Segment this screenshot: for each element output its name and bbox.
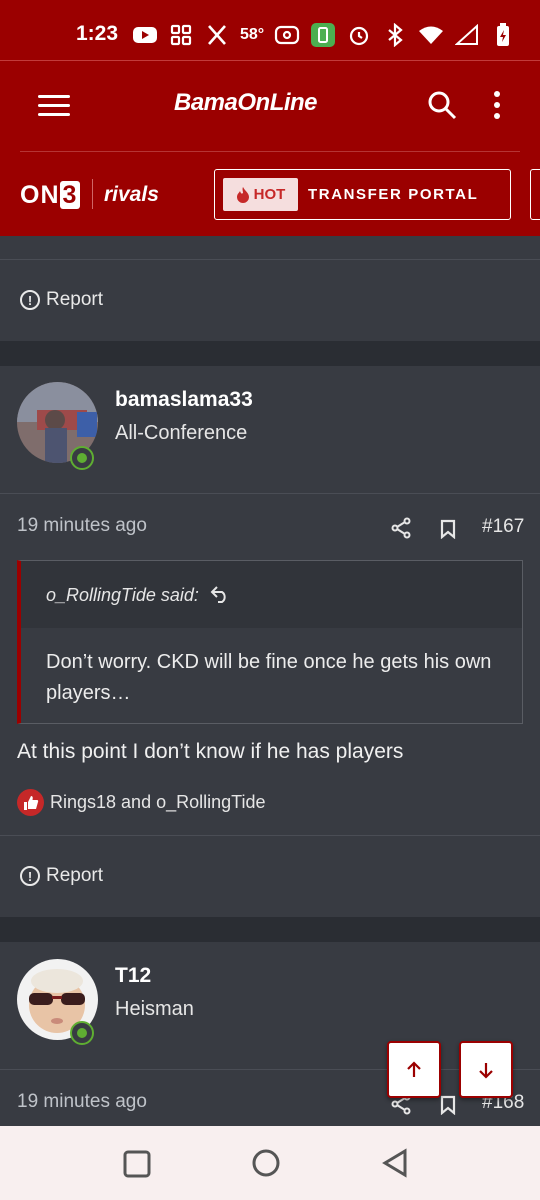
site-logo[interactable]: BamaOnLine	[174, 89, 318, 117]
alert-icon: !	[20, 866, 40, 886]
next-nav-chip[interactable]	[530, 169, 540, 220]
status-time: 1:23	[76, 22, 119, 45]
alert-icon: !	[20, 290, 40, 310]
system-nav-bar	[0, 1126, 540, 1200]
flame-icon	[236, 186, 249, 203]
rivals-logo[interactable]: rivals	[104, 183, 159, 207]
user-title: Heisman	[115, 998, 194, 1020]
report-link[interactable]: ! Report	[20, 289, 103, 311]
apps-grid-icon	[168, 23, 194, 47]
circle-icon	[252, 1149, 280, 1177]
youtube-icon	[132, 23, 158, 47]
post-time[interactable]: 19 minutes ago	[17, 1091, 147, 1113]
report-link[interactable]: ! Report	[20, 865, 103, 887]
battery-saver-icon	[310, 23, 336, 47]
wifi-icon	[418, 23, 444, 47]
online-status-icon	[70, 1021, 94, 1045]
post-body: At this point I don’t know if he has pla…	[17, 740, 404, 763]
bookmark-icon[interactable]	[440, 1095, 456, 1116]
app-header: BamaOnLine ON 3 rivals HOT TRANSFER PORTA…	[0, 60, 540, 236]
on3-logo[interactable]: ON 3	[20, 181, 81, 210]
username[interactable]: T12	[115, 964, 151, 988]
more-options-icon[interactable]	[494, 91, 502, 121]
nfc-icon	[274, 23, 300, 47]
post-time[interactable]: 19 minutes ago	[17, 515, 147, 537]
post-number[interactable]: #167	[482, 516, 524, 538]
online-status-icon	[70, 446, 94, 470]
like-icon	[17, 789, 44, 816]
alarm-icon	[346, 23, 372, 47]
home-button[interactable]	[251, 1148, 281, 1183]
arrow-down-icon	[479, 1062, 493, 1079]
weather-temp: 58°	[240, 26, 265, 43]
share-icon[interactable]	[390, 517, 412, 539]
arrow-up-icon	[407, 1060, 421, 1077]
reaction-users: Rings18 and o_RollingTide	[50, 792, 266, 812]
square-icon	[123, 1150, 151, 1178]
hot-badge: HOT	[223, 178, 298, 211]
quote-text: Don’t worry. CKD will be fine once he ge…	[46, 651, 492, 704]
back-button[interactable]	[381, 1148, 409, 1183]
reactions[interactable]: Rings18 and o_RollingTide	[17, 789, 265, 816]
quote-attribution[interactable]: o_RollingTide said:	[46, 585, 230, 606]
signal-icon	[454, 23, 480, 47]
bluetooth-icon	[382, 23, 408, 47]
go-to-quote-icon	[210, 586, 226, 603]
transfer-portal-label: TRANSFER PORTAL	[308, 186, 479, 203]
battery-icon	[490, 23, 516, 47]
back-triangle-icon	[382, 1148, 407, 1178]
scroll-down-button[interactable]	[459, 1041, 513, 1098]
bookmark-icon[interactable]	[440, 519, 456, 540]
scroll-up-button[interactable]	[387, 1041, 441, 1098]
x-icon	[204, 23, 230, 47]
menu-icon[interactable]	[38, 95, 70, 117]
user-title: All-Conference	[115, 422, 248, 444]
transfer-portal-button[interactable]: HOT TRANSFER PORTAL	[214, 169, 511, 220]
username[interactable]: bamaslama33	[115, 388, 253, 412]
search-icon[interactable]	[426, 89, 458, 121]
status-bar: 1:23 58°	[0, 0, 540, 60]
quote-block: o_RollingTide said: Don’t worry. CKD wil…	[17, 560, 523, 724]
recents-button[interactable]	[123, 1150, 151, 1183]
